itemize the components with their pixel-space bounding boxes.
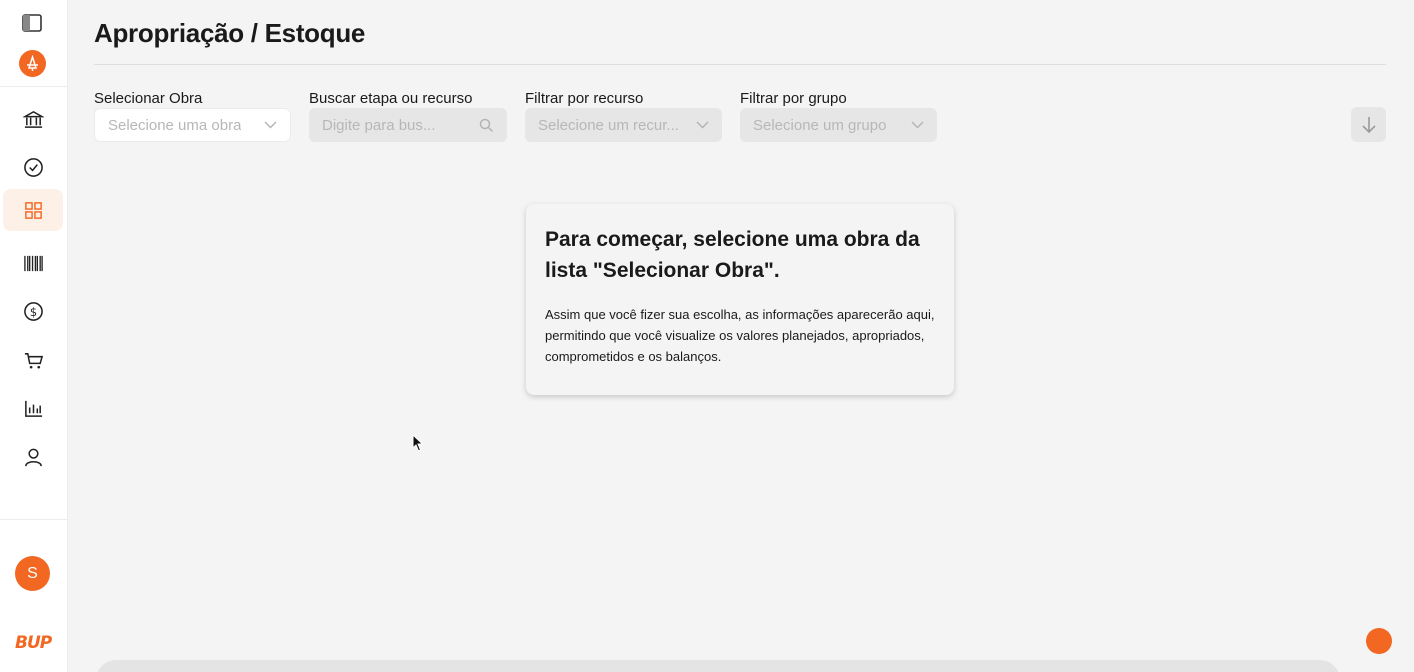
mouse-cursor-icon	[412, 433, 424, 457]
filter-recurso: Filtrar por recurso Selecione um recur..…	[525, 90, 722, 142]
chevron-down-icon	[911, 121, 924, 129]
filter-grupo: Filtrar por grupo Selecione um grupo	[740, 90, 937, 142]
page-title: Apropriação / Estoque	[94, 18, 366, 48]
download-button[interactable]	[1351, 107, 1386, 142]
filter-recurso-label: Filtrar por recurso	[525, 90, 644, 107]
sidebar-item-usuarios[interactable]	[3, 436, 63, 478]
main-content: Apropriação / Estoque Selecionar Obra Se…	[68, 0, 1414, 672]
bank-icon	[22, 110, 44, 128]
sidebar-item-compras[interactable]	[3, 339, 63, 381]
bottom-bar	[96, 660, 1340, 672]
bar-chart-icon	[24, 400, 42, 417]
obra-select[interactable]: Selecione uma obra	[94, 108, 291, 142]
sidebar-item-tasks[interactable]	[3, 146, 63, 188]
cart-icon	[24, 352, 43, 369]
recurso-select-placeholder: Selecione um recur...	[538, 116, 679, 134]
filter-busca-label: Buscar etapa ou recurso	[309, 90, 473, 107]
brand-logo: BUP	[15, 633, 52, 653]
sidebar-divider	[0, 519, 68, 520]
empty-state-title: Para começar, selecione uma obra da list…	[545, 228, 920, 282]
chevron-down-icon	[696, 121, 709, 129]
filter-obra: Selecionar Obra Selecione uma obra	[94, 90, 291, 142]
search-icon	[479, 118, 494, 132]
obra-select-placeholder: Selecione uma obra	[108, 116, 242, 134]
sidebar-toggle-icon[interactable]	[22, 13, 42, 33]
recurso-select[interactable]: Selecione um recur...	[525, 108, 722, 142]
grupo-select[interactable]: Selecione um grupo	[740, 108, 937, 142]
check-circle-icon	[23, 157, 43, 177]
app-logo-icon[interactable]	[19, 50, 46, 77]
sidebar-item-relatorios[interactable]	[3, 387, 63, 429]
avatar[interactable]: S	[15, 556, 50, 591]
barcode-icon	[23, 255, 43, 271]
sidebar-item-financeiro[interactable]: $	[3, 290, 63, 332]
sidebar-item-estoque[interactable]	[3, 242, 63, 284]
title-divider	[94, 64, 1386, 65]
empty-state-card: Para começar, selecione uma obra da list…	[526, 204, 954, 395]
search-input-placeholder: Digite para bus...	[322, 116, 436, 134]
sidebar: $ S BUP	[0, 0, 68, 672]
empty-state-text: Assim que você fizer sua escolha, as inf…	[545, 307, 935, 364]
sidebar-item-bank[interactable]	[3, 98, 63, 140]
filter-grupo-label: Filtrar por grupo	[740, 90, 847, 107]
filter-obra-label: Selecionar Obra	[94, 90, 203, 107]
svg-text:$: $	[29, 304, 36, 318]
grid-icon	[24, 201, 42, 219]
sidebar-item-apropriacao[interactable]	[3, 189, 63, 231]
chat-widget-button[interactable]	[1366, 628, 1392, 654]
user-icon	[24, 448, 42, 466]
chevron-down-icon	[264, 121, 277, 129]
arrow-down-icon	[1361, 116, 1376, 133]
dollar-icon: $	[23, 301, 43, 321]
grupo-select-placeholder: Selecione um grupo	[753, 116, 887, 134]
sidebar-divider	[0, 86, 68, 87]
filter-busca: Buscar etapa ou recurso Digite para bus.…	[309, 90, 507, 142]
search-input[interactable]: Digite para bus...	[309, 108, 507, 142]
